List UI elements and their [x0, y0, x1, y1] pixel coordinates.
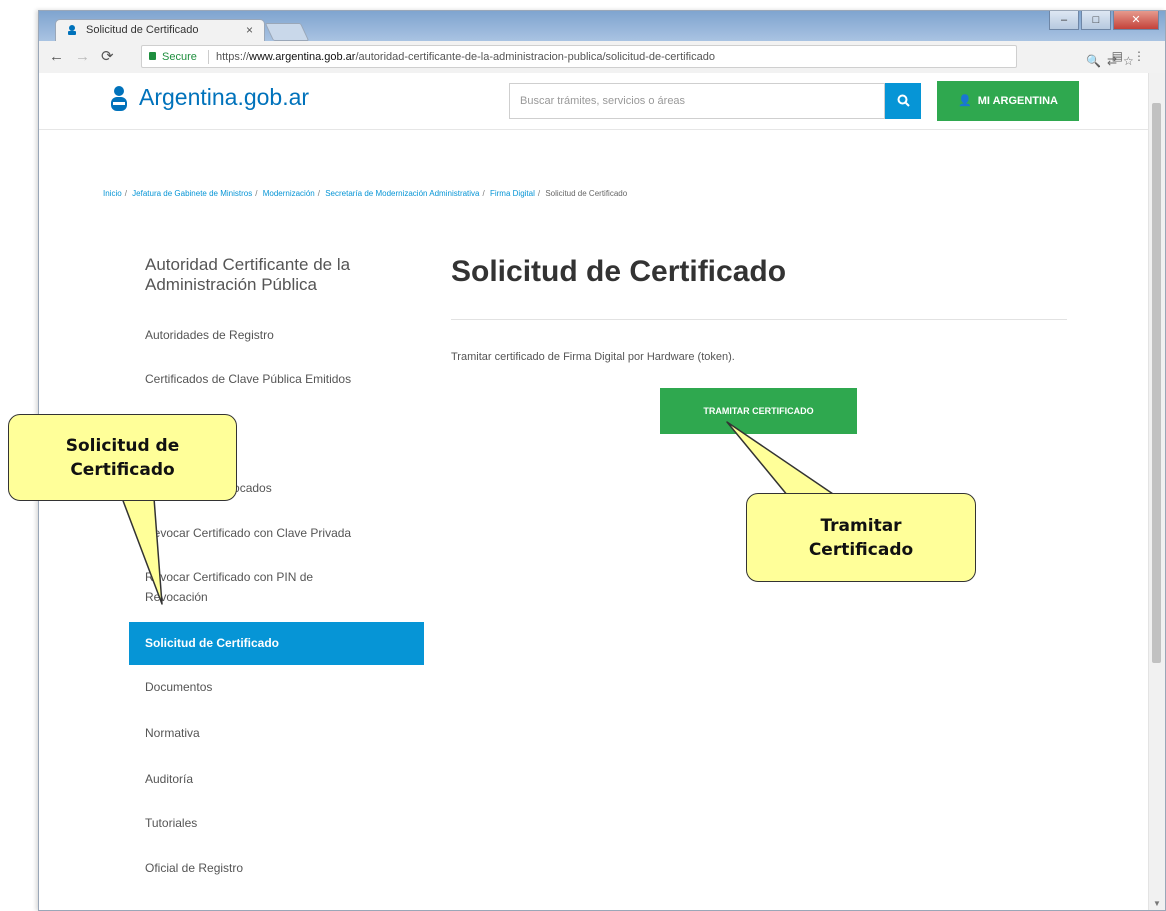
callout-tramitar-certificado: Tramitar Certificado	[746, 493, 976, 582]
title-divider	[451, 319, 1067, 320]
url-omnibox[interactable]: Secure https://www.argentina.gob.ar/auto…	[141, 45, 1134, 68]
tramitar-certificado-button[interactable]: TRAMITAR CERTIFICADO	[660, 388, 857, 434]
search-icon	[897, 94, 910, 107]
back-arrow-icon[interactable]: ←	[49, 48, 64, 65]
argentina-favicon-icon	[68, 25, 76, 35]
forward-arrow-icon[interactable]: →	[75, 48, 90, 65]
sidebar-item-documentos[interactable]: Documentos	[145, 677, 395, 697]
breadcrumb-link[interactable]: Modernización	[263, 189, 315, 198]
sidebar-item-revocar-pin[interactable]: Revocar Certificado con PIN de Revocació…	[145, 567, 375, 607]
argentina-shield-icon	[111, 86, 127, 111]
scroll-down-arrow-icon[interactable]: ▼	[1153, 899, 1161, 908]
search-input[interactable]: Buscar trámites, servicios o áreas	[509, 83, 885, 119]
sidebar-title[interactable]: Autoridad Certificante de la Administrac…	[145, 255, 405, 295]
url-text: https://www.argentina.gob.ar/autoridad-c…	[216, 51, 715, 63]
scrollbar-thumb[interactable]	[1152, 103, 1161, 663]
browser-tab[interactable]: Solicitud de Certificado ×	[55, 19, 265, 41]
site-header: Argentina.gob.ar Buscar trámites, servic…	[39, 73, 1151, 130]
secure-label: Secure	[162, 51, 197, 63]
extension-menu-icon[interactable]: ▤⋮	[1112, 49, 1155, 63]
page-title: Solicitud de Certificado	[451, 255, 787, 288]
mi-argentina-button[interactable]: 👤 MI ARGENTINA	[937, 81, 1079, 121]
page-description: Tramitar certificado de Firma Digital po…	[451, 351, 735, 363]
new-tab-button[interactable]	[264, 23, 310, 41]
maximize-button[interactable]: □	[1081, 11, 1111, 30]
callout-solicitud-de-certificado: Solicitud de Certificado	[8, 414, 237, 501]
breadcrumb-link[interactable]: Firma Digital	[490, 189, 535, 198]
sidebar-item-oficial-de-registro[interactable]: Oficial de Registro	[145, 858, 395, 878]
title-bar: Solicitud de Certificado × – □ ✕	[39, 11, 1165, 41]
sidebar-item-autoridades-de-registro[interactable]: Autoridades de Registro	[145, 325, 395, 345]
breadcrumb-link[interactable]: Jefatura de Gabinete de Ministros	[132, 189, 252, 198]
reload-icon[interactable]: ⟳	[101, 47, 114, 65]
sidebar-item-tutoriales[interactable]: Tutoriales	[145, 813, 395, 833]
search-button[interactable]	[885, 83, 921, 119]
user-icon: 👤	[958, 95, 972, 107]
sidebar-item-normativa[interactable]: Normativa	[145, 723, 395, 743]
sidebar-item-solicitud-de-certificado[interactable]: Solicitud de Certificado	[129, 622, 424, 665]
page-scrollbar[interactable]: ▼	[1148, 73, 1165, 910]
address-bar: ← → ⟳ Secure https://www.argentina.gob.a…	[39, 41, 1165, 74]
minimize-button[interactable]: –	[1049, 11, 1079, 30]
sidebar-item-auditoria[interactable]: Auditoría	[145, 769, 395, 789]
breadcrumb-link[interactable]: Secretaría de Modernización Administrati…	[325, 189, 479, 198]
sidebar-item-revocar-clave-privada[interactable]: Revocar Certificado con Clave Privada	[145, 523, 395, 543]
lock-icon	[149, 52, 156, 60]
breadcrumb: Inicio / Jefatura de Gabinete de Ministro…	[103, 189, 628, 198]
tab-close-icon[interactable]: ×	[246, 23, 253, 37]
breadcrumb-link[interactable]: Inicio	[103, 189, 122, 198]
window-controls: – □ ✕	[1047, 11, 1159, 31]
site-logo-text[interactable]: Argentina.gob.ar	[139, 84, 309, 111]
breadcrumb-current: Solicitud de Certificado	[545, 189, 628, 198]
close-window-button[interactable]: ✕	[1113, 11, 1159, 30]
sidebar-item-certificados-emitidos[interactable]: Certificados de Clave Pública Emitidos	[145, 369, 365, 389]
tab-title: Solicitud de Certificado	[86, 24, 199, 36]
